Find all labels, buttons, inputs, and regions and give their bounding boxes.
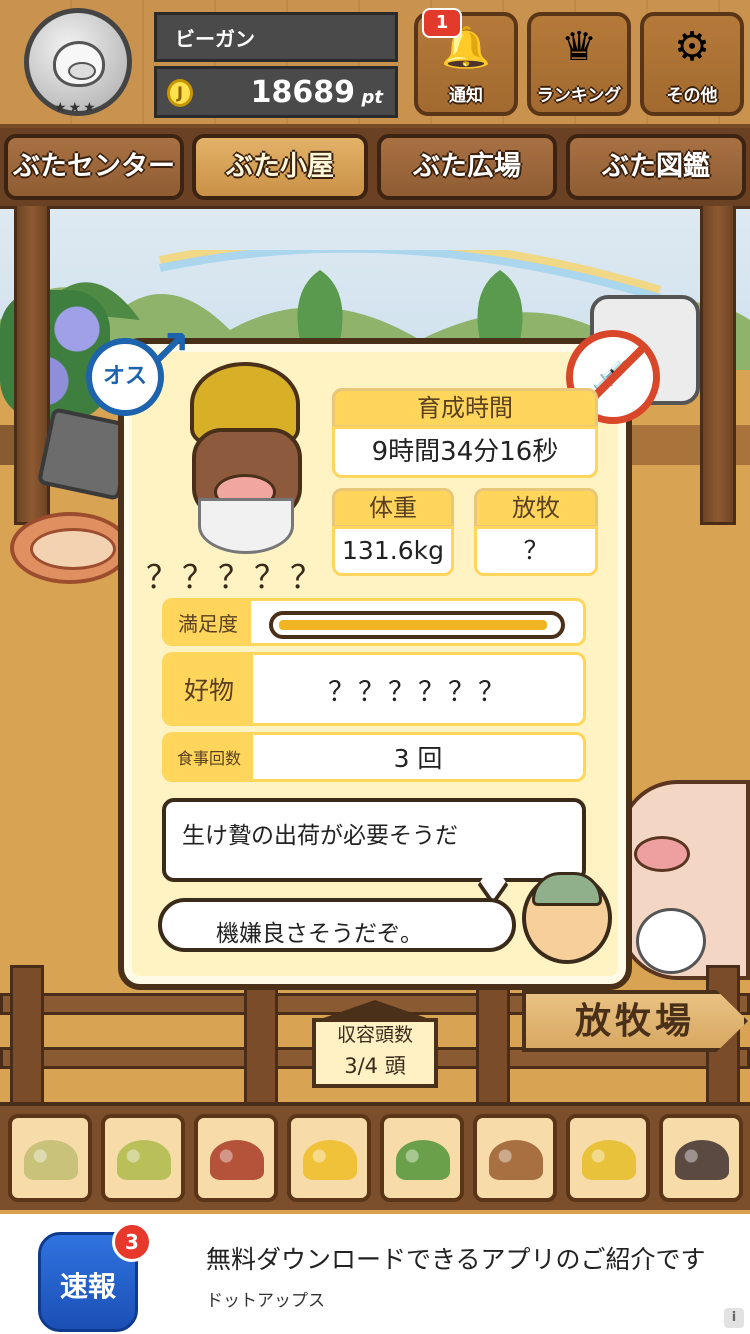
beans-pile-icon xyxy=(117,1140,171,1180)
points-display: J 18689 pt xyxy=(154,66,398,118)
crown-icon: ♛ xyxy=(561,24,597,70)
grazing-label: 放牧 xyxy=(474,488,598,528)
notification-label: 通知 xyxy=(449,86,483,106)
feed-bowl xyxy=(10,512,130,584)
grazing-value: ？ xyxy=(474,526,598,576)
grain-dish-icon xyxy=(582,1140,636,1180)
ad-subtitle: ドットアップス xyxy=(206,1291,325,1311)
points-value: 18689 xyxy=(250,75,355,110)
meals-row: 食事回数 3 回 xyxy=(162,732,586,782)
grain-pile-icon xyxy=(24,1140,78,1180)
weight-value: 131.6kg xyxy=(332,526,454,576)
food-slot-8[interactable] xyxy=(659,1114,743,1202)
favorite-label: 好物 xyxy=(165,655,253,723)
rank-stars: ★★★ xyxy=(54,100,98,116)
raising-time-label: 育成時間 xyxy=(332,388,598,428)
corn-icon xyxy=(303,1140,357,1180)
meals-label: 食事回数 xyxy=(165,735,253,779)
sweet-potato-icon xyxy=(210,1140,264,1180)
pig-face-icon xyxy=(53,41,105,87)
ad-banner[interactable]: 速報 3 無料ダウンロードできるアプリのご紹介です ドットアップス i xyxy=(0,1214,750,1334)
satisfaction-row: 満足度 xyxy=(162,598,586,646)
turnip-leaves-icon xyxy=(396,1140,450,1180)
boar-beard xyxy=(198,498,294,554)
capacity-label: 収容頭数 xyxy=(336,1024,413,1046)
tab-pig-encyclopedia[interactable]: ぶた図鑑 xyxy=(566,134,746,200)
food-slot-7[interactable] xyxy=(566,1114,650,1202)
ad-title[interactable]: 無料ダウンロードできるアプリのご紹介です xyxy=(206,1240,706,1276)
tab-pig-house[interactable]: ぶた小屋 xyxy=(192,134,368,200)
tab-pig-center[interactable]: ぶたセンター xyxy=(4,134,184,200)
capacity-value: 3/4 頭 xyxy=(344,1054,406,1078)
meals-value: 3 回 xyxy=(393,744,443,773)
food-slot-5[interactable] xyxy=(380,1114,464,1202)
ranking-label: ランキング xyxy=(536,86,622,106)
ad-icon-text: 速報 xyxy=(59,1270,116,1303)
weight-label: 体重 xyxy=(332,488,454,528)
satisfaction-meter-fill xyxy=(279,620,547,630)
ad-info-icon[interactable]: i xyxy=(724,1308,744,1328)
food-slot-6[interactable] xyxy=(473,1114,557,1202)
ranch-sign-button[interactable]: 放牧場 xyxy=(522,990,748,1052)
other-button[interactable]: ⚙ その他 xyxy=(640,12,744,116)
satisfaction-label: 満足度 xyxy=(165,601,251,643)
coin-icon: J xyxy=(167,79,193,107)
gear-icon: ⚙ xyxy=(674,24,710,70)
food-slot-4[interactable] xyxy=(287,1114,371,1202)
notification-badge: 1 xyxy=(422,8,462,38)
food-bar xyxy=(0,1102,750,1210)
points-unit: pt xyxy=(361,87,384,108)
capacity-sign: 収容頭数 3/4 頭 xyxy=(312,1000,438,1088)
ranking-button[interactable]: ♛ ランキング xyxy=(527,12,631,116)
tab-pig-plaza[interactable]: ぶた広場 xyxy=(377,134,557,200)
ad-badge: 3 xyxy=(112,1222,152,1262)
message-bubble-2: 機嫌良さそうだぞ。 xyxy=(158,898,516,952)
food-slot-3[interactable] xyxy=(194,1114,278,1202)
tab-bar: ぶたセンター ぶた小屋 ぶた広場 ぶた図鑑 xyxy=(0,128,750,206)
message-bubble-1: 生け贄の出荷が必要そうだ xyxy=(162,798,586,882)
satisfaction-meter xyxy=(269,611,565,639)
farmer-avatar xyxy=(522,872,612,964)
notification-button[interactable]: 🔔 1 通知 xyxy=(414,8,518,116)
pig-portrait[interactable] xyxy=(162,358,330,558)
raising-time-value: 9時間34分16秒 xyxy=(332,426,598,478)
pig-name: ？？？？？ xyxy=(146,558,327,596)
player-name: ビーガン xyxy=(154,12,398,62)
food-slot-1[interactable] xyxy=(8,1114,92,1202)
truffle-dish-icon xyxy=(675,1140,729,1180)
acorn-icon xyxy=(489,1140,543,1180)
gate-pillar-right xyxy=(700,195,736,525)
header-bar: ★★★ ビーガン J 18689 pt 🔔 1 通知 ♛ ランキング ⚙ その他 xyxy=(0,0,750,128)
avatar[interactable]: ★★★ xyxy=(20,8,138,120)
favorite-value: ？？？？？？ xyxy=(328,676,508,708)
favorite-row: 好物 ？？？？？？ xyxy=(162,652,586,726)
other-label: その他 xyxy=(666,86,718,106)
food-slot-2[interactable] xyxy=(101,1114,185,1202)
